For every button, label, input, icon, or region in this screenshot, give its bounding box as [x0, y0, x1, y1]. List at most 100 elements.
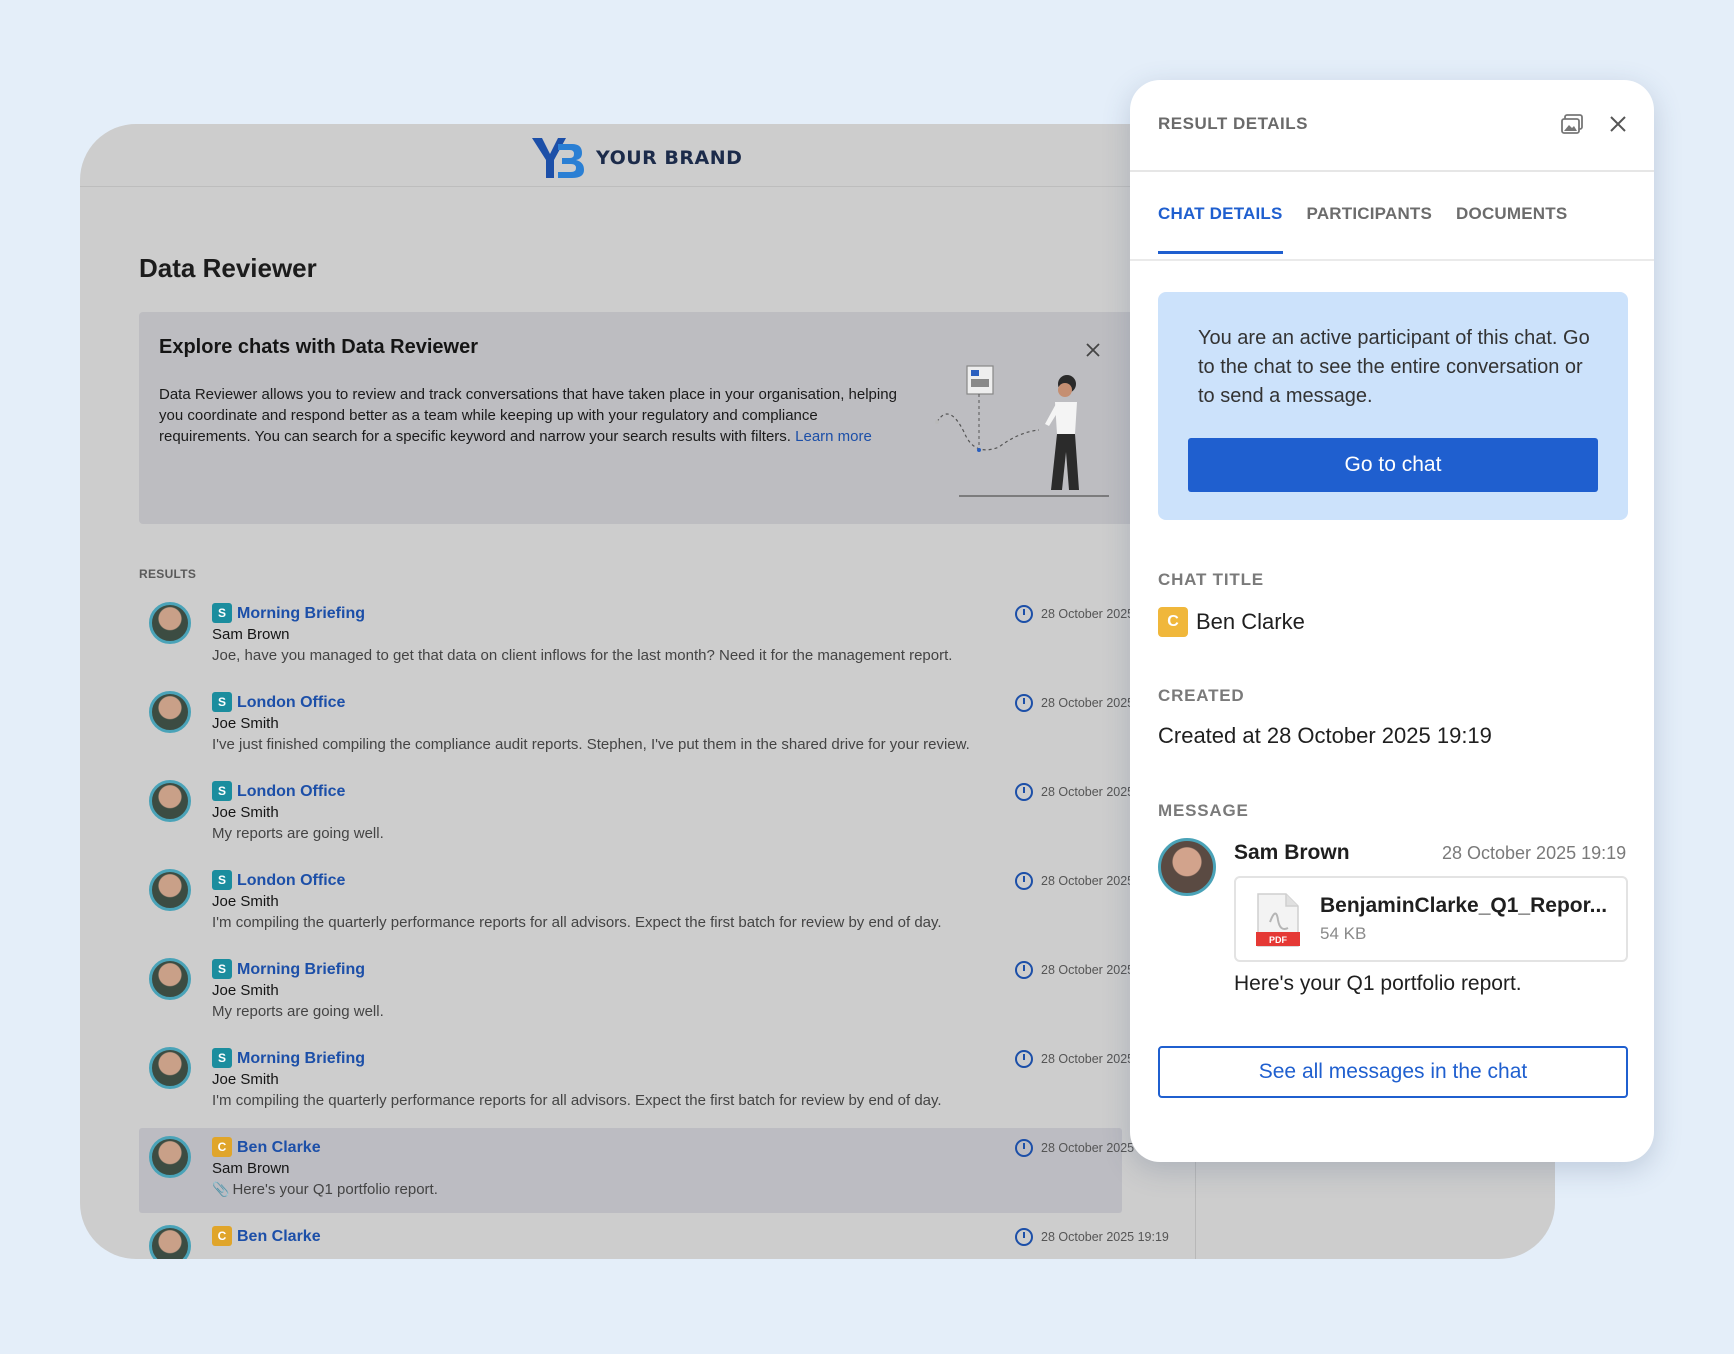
result-row[interactable]: C Ben Clarke 28 October 2025 19:19 — [139, 1217, 1169, 1259]
woman-walking-illustration — [935, 365, 1109, 497]
message-snippet: My reports are going well. — [212, 1003, 384, 1020]
chat-name[interactable]: Ben Clarke — [237, 1228, 321, 1246]
clock-icon — [1015, 961, 1033, 979]
banner-title: Explore chats with Data Reviewer — [159, 336, 479, 358]
image-preview-icon[interactable] — [1560, 113, 1584, 135]
result-details-panel: RESULT DETAILS CHAT DETAILS PARTICIPANTS… — [1130, 80, 1654, 1162]
message-text: Here's your Q1 portfolio report. — [1234, 972, 1522, 995]
avatar — [149, 602, 191, 644]
chat-name[interactable]: London Office — [237, 783, 345, 801]
avatar — [149, 1225, 191, 1259]
chat-title-value: Ben Clarke — [1196, 609, 1305, 634]
chat-title-label: CHAT TITLE — [1158, 570, 1264, 589]
result-row-selected[interactable]: C Ben Clarke Sam Brown 📎 Here's your Q1 p… — [139, 1128, 1169, 1213]
tab-chat-details[interactable]: CHAT DETAILS — [1158, 204, 1283, 254]
chat-type-badge: C — [212, 1226, 232, 1246]
avatar — [149, 869, 191, 911]
brand[interactable]: YOUR BRAND — [530, 134, 742, 182]
file-size: 54 KB — [1320, 924, 1367, 943]
clock-icon — [1015, 872, 1033, 890]
intro-banner: Explore chats with Data Reviewer Data Re… — [139, 312, 1189, 524]
chat-type-badge: S — [212, 1048, 232, 1068]
message-snippet: My reports are going well. — [212, 825, 384, 842]
created-value: Created at 28 October 2025 19:19 — [1158, 723, 1492, 748]
chat-type-badge: S — [212, 692, 232, 712]
message-timestamp: 28 October 2025 19:19 — [1442, 843, 1627, 863]
message-snippet: I'm compiling the quarterly performance … — [212, 1092, 942, 1109]
sender-name: Joe Smith — [212, 982, 279, 999]
avatar — [1158, 838, 1216, 896]
chat-type-badge: S — [212, 870, 232, 890]
sender-name: Joe Smith — [212, 893, 279, 910]
clock-icon — [1015, 1139, 1033, 1157]
message-snippet: I've just finished compiling the complia… — [212, 736, 970, 753]
result-row[interactable]: S London Office Joe Smith My reports are… — [139, 772, 1169, 861]
sender-name: Sam Brown — [212, 626, 290, 643]
banner-description: Data Reviewer allows you to review and t… — [159, 386, 897, 445]
pdf-label: PDF — [1269, 935, 1288, 945]
divider — [1130, 170, 1654, 172]
sender-name: Joe Smith — [212, 715, 279, 732]
clock-icon — [1015, 1050, 1033, 1068]
see-all-messages-button[interactable]: See all messages in the chat — [1158, 1046, 1628, 1098]
chat-name[interactable]: Morning Briefing — [237, 1050, 365, 1068]
sender-name: Joe Smith — [212, 1071, 279, 1088]
created-label: CREATED — [1158, 686, 1245, 705]
clock-icon — [1015, 605, 1033, 623]
chat-name[interactable]: London Office — [237, 694, 345, 712]
chat-name[interactable]: Morning Briefing — [237, 605, 365, 623]
paperclip-icon: 📎 — [212, 1181, 230, 1197]
chat-title-row: C Ben Clarke — [1158, 607, 1305, 637]
message-sender: Sam Brown — [1234, 841, 1350, 864]
go-to-chat-button[interactable]: Go to chat — [1188, 438, 1598, 492]
tab-participants[interactable]: PARTICIPANTS — [1307, 204, 1433, 254]
participant-info-box: You are an active participant of this ch… — [1158, 292, 1628, 520]
avatar — [149, 780, 191, 822]
result-row[interactable]: S Morning Briefing Joe Smith My reports … — [139, 950, 1169, 1039]
file-attachment[interactable]: PDF BenjaminClarke_Q1_Repor... 54 KB — [1234, 876, 1628, 962]
timestamp: 28 October 2025 19:19 — [1041, 1230, 1169, 1244]
snippet-text: Here's your Q1 portfolio report. — [232, 1181, 438, 1198]
result-row[interactable]: S Morning Briefing Joe Smith I'm compili… — [139, 1039, 1169, 1128]
page-title: Data Reviewer — [139, 253, 317, 283]
sender-name: Joe Smith — [212, 804, 279, 821]
chat-name[interactable]: Morning Briefing — [237, 961, 365, 979]
clock-icon — [1015, 694, 1033, 712]
message-label: MESSAGE — [1158, 801, 1249, 820]
result-row[interactable]: S Morning Briefing Sam Brown Joe, have y… — [139, 594, 1169, 683]
learn-more-link[interactable]: Learn more — [795, 428, 872, 445]
tabs-divider — [1130, 259, 1654, 261]
banner-text: Data Reviewer allows you to review and t… — [159, 384, 899, 447]
clock-icon — [1015, 783, 1033, 801]
avatar — [149, 1136, 191, 1178]
close-icon[interactable] — [1085, 342, 1101, 358]
clock-icon — [1015, 1228, 1033, 1246]
message-snippet: I'm compiling the quarterly performance … — [212, 914, 942, 931]
chat-type-badge: S — [212, 959, 232, 979]
message-snippet: 📎 Here's your Q1 portfolio report. — [212, 1181, 438, 1198]
chat-type-badge: C — [212, 1137, 232, 1157]
brand-name: YOUR BRAND — [596, 147, 743, 169]
brand-logo-icon — [532, 138, 584, 178]
result-row[interactable]: S London Office Joe Smith I'm compiling … — [139, 861, 1169, 950]
avatar — [149, 958, 191, 1000]
tab-bar: CHAT DETAILS PARTICIPANTS DOCUMENTS — [1158, 204, 1567, 254]
pdf-file-icon: PDF — [1256, 893, 1300, 947]
result-row[interactable]: S London Office Joe Smith I've just fini… — [139, 683, 1169, 772]
chat-type-badge: S — [212, 603, 232, 623]
avatar — [149, 1047, 191, 1089]
chat-type-badge: S — [212, 781, 232, 801]
results-label: RESULTS — [139, 567, 197, 581]
tab-documents[interactable]: DOCUMENTS — [1456, 204, 1567, 254]
close-icon[interactable] — [1608, 114, 1628, 134]
info-text: You are an active participant of this ch… — [1198, 327, 1590, 407]
message-snippet: Joe, have you managed to get that data o… — [212, 647, 953, 664]
chat-name[interactable]: London Office — [237, 872, 345, 890]
file-name: BenjaminClarke_Q1_Repor... — [1320, 894, 1608, 917]
sender-name: Sam Brown — [212, 1160, 290, 1177]
chat-type-badge: C — [1158, 607, 1188, 637]
panel-title: RESULT DETAILS — [1158, 114, 1308, 133]
results-list: S Morning Briefing Sam Brown Joe, have y… — [139, 594, 1169, 1259]
chat-name[interactable]: Ben Clarke — [237, 1139, 321, 1157]
avatar — [149, 691, 191, 733]
